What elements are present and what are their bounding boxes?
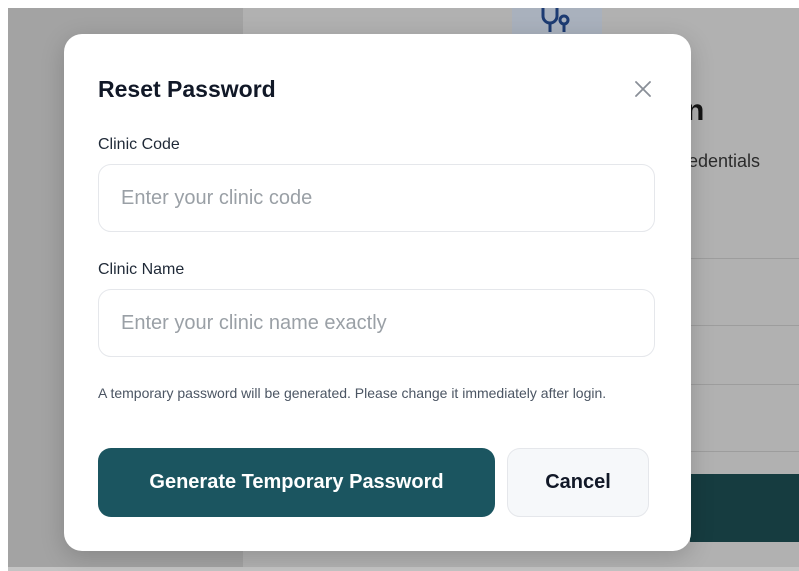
background-submit-button — [690, 474, 799, 542]
reset-password-dialog: Reset Password Clinic Code Clinic Name A… — [64, 34, 691, 551]
cancel-button[interactable]: Cancel — [507, 448, 649, 517]
background-subtitle: redentials — [682, 151, 761, 171]
clinic-code-label: Clinic Code — [98, 136, 180, 153]
clinic-name-label: Clinic Name — [98, 261, 185, 278]
background-divider — [690, 258, 799, 259]
temporary-password-hint: A temporary password will be generated. … — [98, 385, 607, 401]
background-footer — [8, 567, 799, 571]
screen: n redentials Reset Password Clinic Code … — [0, 0, 799, 571]
clinic-name-input[interactable] — [98, 289, 655, 357]
close-button[interactable] — [630, 76, 656, 102]
close-icon — [635, 81, 651, 97]
clinic-code-input[interactable] — [98, 164, 655, 232]
background-divider — [690, 325, 799, 326]
stethoscope-icon — [541, 8, 570, 32]
generate-temporary-password-button[interactable]: Generate Temporary Password — [98, 448, 495, 517]
background-divider — [690, 451, 799, 452]
dialog-title: Reset Password — [98, 76, 276, 102]
background-divider — [690, 384, 799, 385]
